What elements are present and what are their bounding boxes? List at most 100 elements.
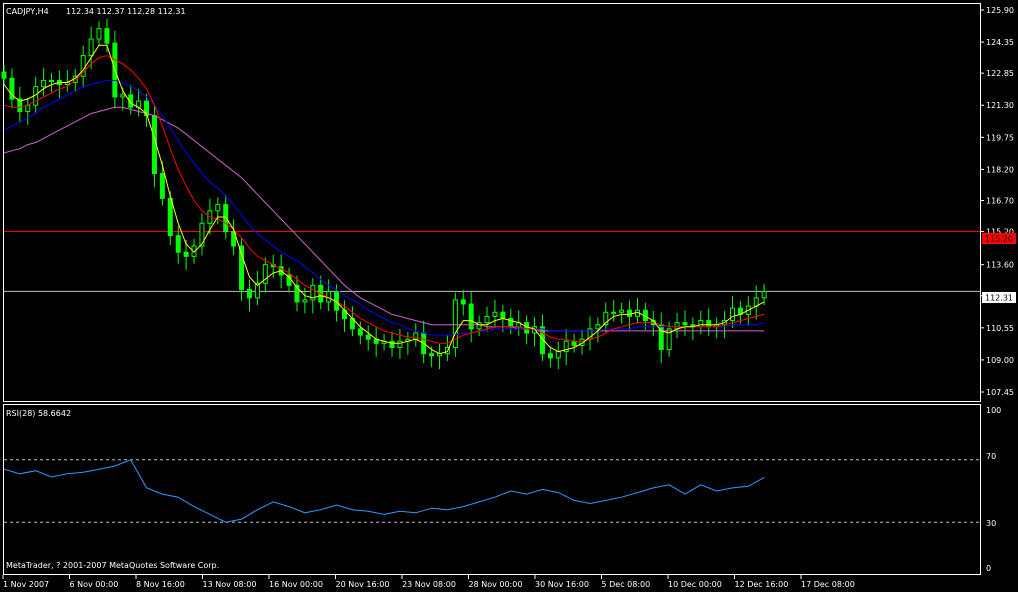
price-chart-layer	[1, 18, 980, 370]
chart-header-ohlc: 112.34 112.37 112.28 112.31	[66, 7, 186, 16]
candle-body	[571, 340, 577, 346]
rsi-level-30: 30	[986, 519, 996, 528]
candle	[9, 68, 15, 109]
candle	[381, 334, 387, 351]
candle	[405, 331, 411, 355]
candle	[199, 213, 205, 256]
time-tick-label: 16 Nov 00:00	[269, 580, 323, 589]
candle	[159, 161, 165, 206]
time-tick-label: 8 Nov 16:00	[136, 580, 185, 589]
candle-body	[492, 311, 498, 317]
ma-slow-line	[3, 79, 765, 336]
candle-body	[159, 173, 165, 199]
current-price-label: 112.31	[985, 294, 1013, 303]
candle	[246, 279, 252, 312]
candle	[373, 326, 379, 357]
candle-body	[413, 332, 419, 340]
copyright-text: MetaTrader, ? 2001-2007 MetaQuotes Softw…	[6, 561, 219, 570]
candle	[571, 334, 577, 353]
candle	[151, 105, 157, 188]
candle	[421, 320, 427, 364]
candle	[286, 267, 292, 293]
time-tick-label: 13 Nov 08:00	[203, 580, 257, 589]
candle	[532, 317, 538, 347]
candle	[753, 285, 759, 320]
candle	[1, 64, 7, 86]
rsi-level-0: 0	[986, 564, 991, 573]
candle	[587, 316, 593, 351]
candle-body	[619, 309, 625, 313]
time-tick-label: 30 Nov 16:00	[535, 580, 589, 589]
candle-body	[246, 289, 252, 299]
candle	[492, 300, 498, 328]
candle	[96, 21, 102, 47]
time-x-axis: 1 Nov 2007 6 Nov 00:00 8 Nov 16:00 13 Nov 0…	[2, 575, 855, 589]
candle	[41, 68, 47, 96]
candle-body	[555, 351, 561, 359]
candle-body	[460, 299, 466, 305]
price-y-axis: 125.90 124.35 122.85 121.30 119.75 118.20 116.…	[980, 6, 1014, 397]
candle	[413, 323, 419, 347]
candle-body	[183, 251, 189, 257]
chart-header-symbol: CADJPY,H4	[6, 7, 49, 16]
time-tick-label: 12 Dec 16:00	[735, 580, 789, 589]
candle	[706, 308, 712, 337]
candle-body	[397, 340, 403, 348]
candle	[611, 300, 617, 322]
candle-body	[595, 324, 601, 330]
candle-body	[500, 311, 506, 319]
candle	[294, 275, 300, 312]
candle	[262, 257, 268, 293]
price-tick-label: 121.30	[986, 101, 1014, 110]
candle-body	[223, 204, 229, 233]
candle-body	[1, 71, 7, 79]
candle-body	[698, 320, 704, 328]
time-tick-label: 1 Nov 2007	[3, 580, 49, 589]
candle	[437, 343, 443, 370]
ma-fast-line	[3, 44, 765, 355]
candle	[365, 325, 371, 351]
candle	[136, 88, 142, 117]
candle	[690, 317, 696, 341]
time-tick-label: 10 Dec 00:00	[668, 580, 722, 589]
rsi-line	[3, 459, 765, 523]
candle-body	[96, 28, 102, 40]
candle-body	[175, 235, 181, 253]
candle	[389, 331, 395, 357]
candle-body	[761, 290, 767, 299]
time-tick-label: 5 Dec 08:00	[602, 580, 651, 589]
candle	[310, 278, 316, 314]
price-tick-label: 125.90	[986, 6, 1014, 15]
candle	[56, 70, 62, 98]
candle	[468, 291, 474, 343]
candle-body	[357, 328, 363, 336]
ma-long-line	[3, 106, 765, 332]
rsi-level-70: 70	[986, 452, 996, 461]
candle	[674, 312, 680, 339]
candle-body	[627, 309, 633, 317]
candle	[231, 219, 237, 256]
price-tick-label: 124.35	[986, 38, 1014, 47]
candle	[25, 97, 31, 125]
time-tick-label: 20 Nov 16:00	[336, 580, 390, 589]
candle	[563, 329, 569, 366]
candle	[167, 191, 173, 245]
candle-body	[41, 79, 47, 88]
candle-body	[682, 322, 688, 326]
candle	[682, 310, 688, 337]
candle-body	[25, 104, 31, 112]
candle	[104, 18, 110, 53]
price-tick-label: 110.55	[986, 324, 1014, 333]
candle	[460, 290, 466, 316]
candle-body	[215, 204, 221, 212]
price-panel-frame	[3, 3, 981, 402]
time-tick-label: 28 Nov 00:00	[469, 580, 523, 589]
candle	[634, 298, 640, 324]
candle-body	[88, 38, 94, 57]
trading-chart: 125.90 124.35 122.85 121.30 119.75 118.20 116.…	[1, 3, 1016, 589]
candle-body	[706, 320, 712, 328]
candle-body	[302, 299, 308, 303]
price-tick-label: 109.00	[986, 356, 1014, 365]
candle-body	[389, 340, 395, 348]
candle-body	[104, 28, 110, 44]
